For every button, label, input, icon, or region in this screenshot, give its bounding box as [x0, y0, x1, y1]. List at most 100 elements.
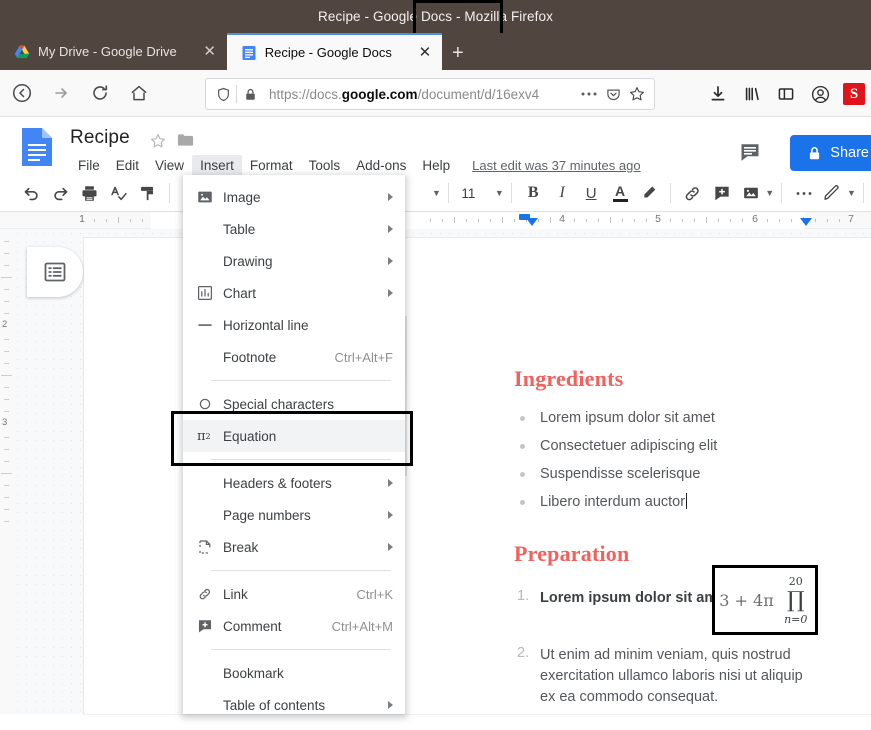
right-indent-marker[interactable] — [800, 218, 812, 226]
chevron-right-icon — [388, 289, 393, 297]
ingredients-list: Lorem ipsum dolor sit amet Consectetuer … — [514, 404, 854, 516]
comment-history-icon[interactable] — [739, 141, 761, 163]
menu-item-page-numbers[interactable]: Page numbers — [183, 499, 405, 531]
pocket-icon[interactable] — [602, 83, 624, 105]
menu-insert[interactable]: Insert — [192, 155, 242, 176]
document-outline-icon[interactable] — [27, 247, 83, 297]
italic-icon[interactable]: I — [549, 179, 576, 207]
menu-item-comment[interactable]: Comment Ctrl+Alt+M — [183, 610, 405, 642]
star-outline-icon[interactable] — [150, 133, 166, 149]
equation-highlight-box: 3 + 4π 20 ∏ n=0 — [712, 565, 818, 635]
browser-toolbar-right: S — [701, 77, 871, 111]
share-button[interactable]: Share — [790, 135, 871, 171]
add-comment-icon[interactable] — [708, 179, 735, 207]
list-item[interactable]: Suspendisse scelerisque — [514, 460, 854, 488]
vertical-ruler[interactable]: 2 3 — [0, 229, 13, 714]
close-icon[interactable]: ✕ — [199, 41, 221, 63]
library-icon[interactable] — [735, 77, 769, 111]
google-docs-logo[interactable] — [20, 126, 54, 168]
menu-item-bookmark[interactable]: Bookmark — [183, 657, 405, 689]
menu-item-label: Footnote — [223, 350, 322, 365]
menu-item-label: Equation — [223, 429, 393, 444]
underline-icon[interactable]: U — [578, 179, 605, 207]
new-tab-button[interactable]: + — [442, 36, 474, 70]
chevron-down-icon[interactable]: ▼ — [765, 188, 774, 198]
menu-item-headers-footers[interactable]: Headers & footers — [183, 467, 405, 499]
menu-format[interactable]: Format — [242, 155, 301, 176]
print-icon[interactable] — [76, 179, 103, 207]
menu-file[interactable]: File — [70, 155, 108, 176]
menu-item-chart[interactable]: Chart — [183, 277, 405, 309]
star-outline-icon[interactable] — [626, 83, 648, 105]
insert-image-icon[interactable] — [737, 179, 764, 207]
menu-item-table[interactable]: Table — [183, 213, 405, 245]
browser-tab-drive[interactable]: My Drive - Google Drive ✕ — [0, 33, 227, 70]
more-icon[interactable] — [790, 179, 817, 207]
undo-icon[interactable] — [18, 179, 45, 207]
list-item[interactable]: Libero interdum auctor — [514, 488, 854, 516]
toolbar-divider — [448, 183, 449, 203]
menu-item-equation[interactable]: π2 Equation — [183, 420, 405, 452]
menu-item-link[interactable]: Link Ctrl+K — [183, 578, 405, 610]
tracking-protection-shield-icon[interactable] — [212, 83, 234, 105]
close-icon[interactable]: ✕ — [414, 42, 436, 64]
reload-icon[interactable] — [83, 76, 117, 110]
horizontal-ruler[interactable]: 1 4 5 6 7 — [0, 212, 871, 229]
last-edit-status[interactable]: Last edit was 37 minutes ago — [472, 158, 640, 173]
insert-link-icon[interactable] — [679, 179, 706, 207]
menu-item-shortcut: Ctrl+Alt+F — [334, 350, 393, 365]
list-item[interactable]: 2. Ut enim ad minim veniam, quis nostrud… — [514, 645, 814, 708]
forward-arrow-icon[interactable] — [44, 76, 78, 110]
home-icon[interactable] — [122, 76, 156, 110]
menu-item-special-characters[interactable]: Special characters — [183, 388, 405, 420]
move-to-folder-icon[interactable] — [177, 133, 194, 147]
highlight-color-icon[interactable] — [636, 179, 663, 207]
list-item[interactable]: Consectetuer adipiscing elit — [514, 432, 854, 460]
menu-item-break[interactable]: Break — [183, 531, 405, 563]
page-title[interactable]: Recipe — [70, 127, 130, 149]
chevron-right-icon — [388, 257, 393, 265]
menu-item-label: Comment — [223, 619, 320, 634]
browser-tab-docs[interactable]: Recipe - Google Docs ✕ — [227, 33, 442, 70]
downloads-icon[interactable] — [701, 77, 735, 111]
menu-divider — [211, 649, 391, 650]
chevron-down-icon[interactable]: ▼ — [847, 188, 856, 198]
tab-title: My Drive - Google Drive — [38, 44, 177, 59]
menu-addons[interactable]: Add-ons — [348, 155, 414, 176]
account-icon[interactable] — [803, 77, 837, 111]
product-upper-limit: 20 — [789, 575, 803, 588]
font-size-value[interactable]: 11 — [456, 186, 481, 201]
paint-format-icon[interactable] — [134, 179, 161, 207]
back-arrow-icon[interactable] — [5, 76, 39, 110]
ellipsis-icon[interactable] — [578, 83, 600, 105]
menu-edit[interactable]: Edit — [108, 155, 147, 176]
extension-s-icon[interactable]: S — [837, 77, 871, 111]
text-color-icon[interactable]: A — [607, 179, 634, 207]
menu-item-drawing[interactable]: Drawing — [183, 245, 405, 277]
bold-icon[interactable]: B — [520, 179, 547, 207]
url-text: https://docs.google.com/document/d/16exv… — [269, 87, 578, 102]
menu-tools[interactable]: Tools — [301, 155, 349, 176]
sidebar-icon[interactable] — [769, 77, 803, 111]
heading-ingredients: Ingredients — [514, 366, 623, 392]
spelling-check-icon[interactable] — [105, 179, 132, 207]
menu-item-footnote[interactable]: Footnote Ctrl+Alt+F — [183, 341, 405, 373]
menu-item-label: Horizontal line — [223, 318, 393, 333]
redo-icon[interactable] — [47, 179, 74, 207]
first-line-indent-marker[interactable] — [526, 218, 538, 226]
menu-item-image[interactable]: Image — [183, 181, 405, 213]
menu-item-table-of-contents[interactable]: Table of contents — [183, 689, 405, 714]
chevron-down-icon[interactable]: ▼ — [432, 188, 441, 198]
menu-view[interactable]: View — [147, 155, 192, 176]
list-item[interactable]: Lorem ipsum dolor sit amet — [514, 404, 854, 432]
menu-item-horizontal-line[interactable]: Horizontal line — [183, 309, 405, 341]
chevron-right-icon — [388, 511, 393, 519]
menu-item-label: Chart — [223, 286, 378, 301]
menu-item-label: Headers & footers — [223, 476, 378, 491]
url-bar[interactable]: https://docs.google.com/document/d/16exv… — [205, 78, 655, 110]
editing-mode-icon[interactable] — [819, 179, 846, 207]
chevron-down-icon[interactable]: ▼ — [495, 188, 504, 198]
menu-help[interactable]: Help — [414, 155, 458, 176]
list-item-text: Consectetuer adipiscing elit — [540, 438, 717, 454]
padlock-icon[interactable] — [239, 83, 261, 105]
